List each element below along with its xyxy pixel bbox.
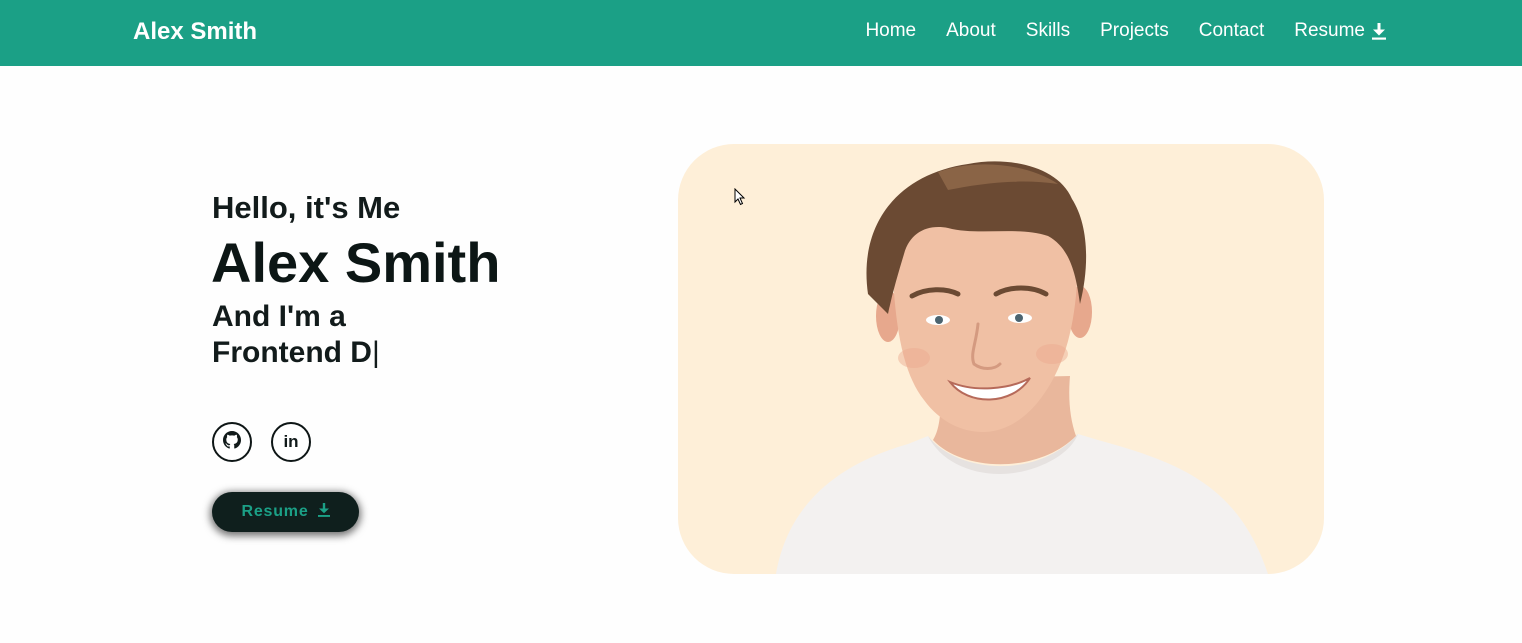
resume-button-label: Resume: [241, 503, 309, 520]
linkedin-icon: in: [283, 432, 299, 451]
nav-link-about[interactable]: About: [946, 20, 996, 42]
hero-role-typed: Frontend D|: [212, 336, 380, 370]
brand-logo[interactable]: Alex Smith: [133, 18, 257, 46]
download-icon: [317, 502, 330, 522]
resume-download-button[interactable]: Resume: [212, 492, 359, 532]
nav-link-resume[interactable]: Resume: [1294, 20, 1386, 42]
nav-link-projects[interactable]: Projects: [1100, 20, 1169, 42]
social-links: in: [212, 422, 311, 462]
hero-role-prefix: And I'm a: [212, 300, 346, 333]
linkedin-button[interactable]: in: [271, 422, 311, 462]
nav-link-label: About: [946, 20, 996, 41]
nav-links: Home About Skills Projects Contact Resum…: [865, 20, 1386, 42]
nav-link-skills[interactable]: Skills: [1026, 20, 1070, 42]
nav-link-label: Contact: [1198, 20, 1265, 41]
nav-link-label: Resume: [1294, 20, 1365, 41]
download-icon: [1372, 22, 1386, 40]
hero-greeting: Hello, it's Me: [212, 190, 401, 225]
hero-name: Alex Smith: [211, 231, 501, 294]
github-icon: [223, 430, 241, 454]
nav-link-label: Projects: [1100, 20, 1169, 41]
nav-link-home[interactable]: Home: [865, 20, 916, 42]
profile-photo: [776, 161, 1268, 574]
typed-text: Frontend D: [212, 336, 372, 369]
nav-link-label: Home: [865, 20, 917, 41]
github-button[interactable]: [212, 422, 252, 462]
typing-caret: |: [371, 336, 380, 369]
navbar: Alex Smith Home About Skills Projects Co…: [0, 0, 1522, 66]
nav-link-contact[interactable]: Contact: [1199, 20, 1264, 42]
profile-photo-card: [678, 144, 1324, 574]
nav-link-label: Skills: [1025, 20, 1071, 41]
